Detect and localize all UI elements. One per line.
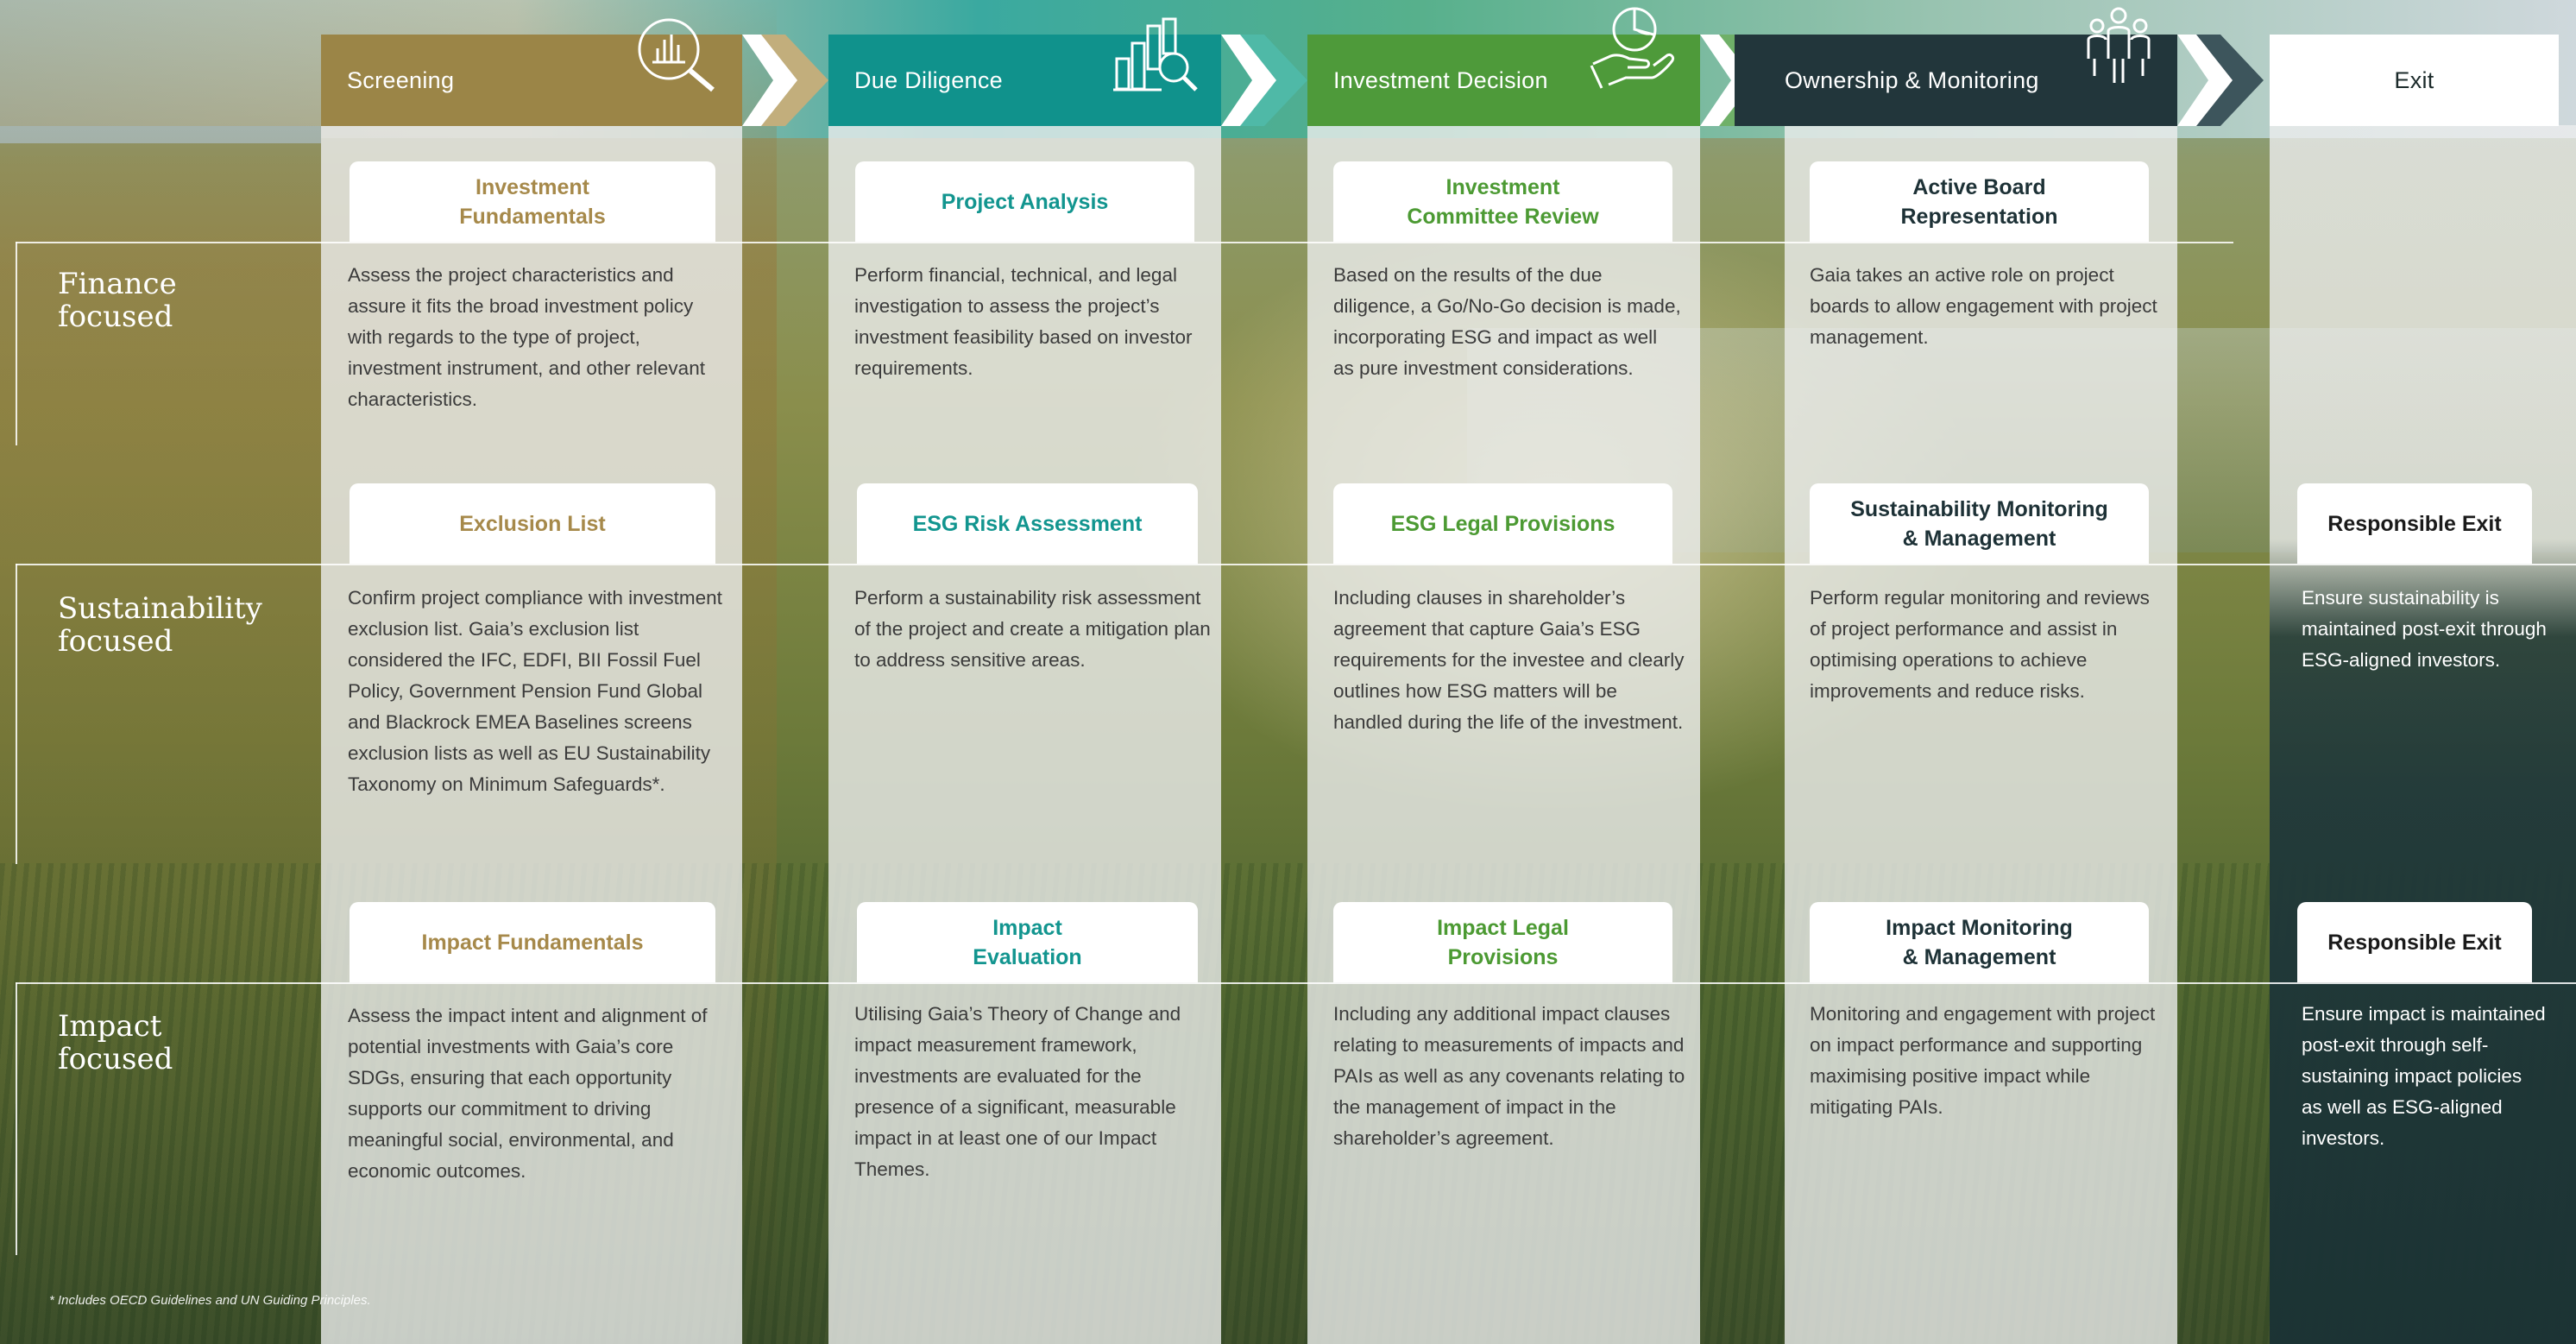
card-text-exclusion-list: Confirm project compliance with investme…: [348, 587, 722, 795]
row-bracket-impact: [16, 982, 17, 1255]
card-title-impact-legal-provisions: Impact Legal Provisions: [1333, 902, 1672, 982]
card-title-impact-fundamentals: Impact Fundamentals: [350, 902, 715, 982]
stage-label: Investment Decision: [1333, 66, 1548, 93]
card-text-active-board-representation: Gaia takes an active role on project boa…: [1810, 264, 2157, 348]
row-divider-sustainability: [16, 564, 2576, 565]
card-text-investment-fundamentals: Assess the project characteristics and a…: [348, 264, 705, 410]
stage-label: Ownership & Monitoring: [1785, 66, 2039, 93]
card-text-esg-legal-provisions: Including clauses in shareholder’s agree…: [1333, 587, 1685, 733]
card-text-investment-committee-review: Based on the results of the due diligenc…: [1333, 264, 1681, 379]
card-title-active-board-representation: Active Board Representation: [1810, 161, 2149, 242]
card-title-project-analysis: Project Analysis: [855, 161, 1194, 242]
card-text-sustainability-monitoring: Perform regular monitoring and reviews o…: [1810, 587, 2150, 702]
column-exit: [2270, 125, 2576, 1344]
chevron-right-icon: [742, 35, 828, 126]
card-title-sustainability-monitoring: Sustainability Monitoring & Management: [1810, 483, 2149, 564]
card-title-responsible-exit-sustainability: Responsible Exit: [2297, 483, 2532, 564]
card-title-investment-fundamentals: Investment Fundamentals: [350, 161, 715, 242]
card-text-impact-monitoring: Monitoring and engagement with project o…: [1810, 1003, 2156, 1118]
row-divider-finance: [16, 242, 2233, 243]
footnote: * Includes OECD Guidelines and UN Guidin…: [49, 1293, 371, 1308]
row-label-finance: Finance focused: [58, 267, 177, 334]
row-divider-impact: [16, 982, 2576, 984]
chevron-right-icon: [1221, 35, 1307, 126]
card-text-impact-legal-provisions: Including any additional impact clauses …: [1333, 1003, 1685, 1149]
card-title-esg-risk-assessment: ESG Risk Assessment: [857, 483, 1198, 564]
row-bracket-sustainability: [16, 564, 17, 864]
card-title-responsible-exit-impact: Responsible Exit: [2297, 902, 2532, 982]
bar-chart-magnifier-icon: [1113, 17, 1198, 91]
card-text-impact-fundamentals: Assess the impact intent and alignment o…: [348, 1005, 708, 1182]
card-text-project-analysis: Perform financial, technical, and legal …: [854, 264, 1193, 379]
card-text-responsible-exit-sustainability: Ensure sustainability is maintained post…: [2302, 587, 2547, 671]
card-text-esg-risk-assessment: Perform a sustainability risk assessment…: [854, 587, 1211, 671]
row-bracket-finance: [16, 242, 17, 445]
card-title-impact-monitoring: Impact Monitoring & Management: [1810, 902, 2149, 982]
people-group-icon: [2087, 7, 2151, 83]
stage-label: Screening: [347, 66, 455, 93]
stage-label: Exit: [2394, 66, 2434, 93]
stage-exit: Exit: [2270, 35, 2559, 126]
card-title-impact-evaluation: Impact Evaluation: [857, 902, 1198, 982]
card-title-esg-legal-provisions: ESG Legal Provisions: [1333, 483, 1672, 564]
hand-pie-chart-icon: [1590, 7, 1674, 89]
chevron-right-icon: [2177, 35, 2264, 126]
magnifier-chart-icon: [638, 18, 715, 92]
stage-label: Due Diligence: [854, 66, 1003, 93]
card-text-responsible-exit-impact: Ensure impact is maintained post-exit th…: [2302, 1003, 2546, 1149]
row-label-sustainability: Sustainability focused: [58, 591, 262, 659]
card-title-exclusion-list: Exclusion List: [350, 483, 715, 564]
card-text-impact-evaluation: Utilising Gaia’s Theory of Change and im…: [854, 1003, 1181, 1180]
card-title-investment-committee-review: Investment Committee Review: [1333, 161, 1672, 242]
row-label-impact: Impact focused: [58, 1009, 173, 1076]
